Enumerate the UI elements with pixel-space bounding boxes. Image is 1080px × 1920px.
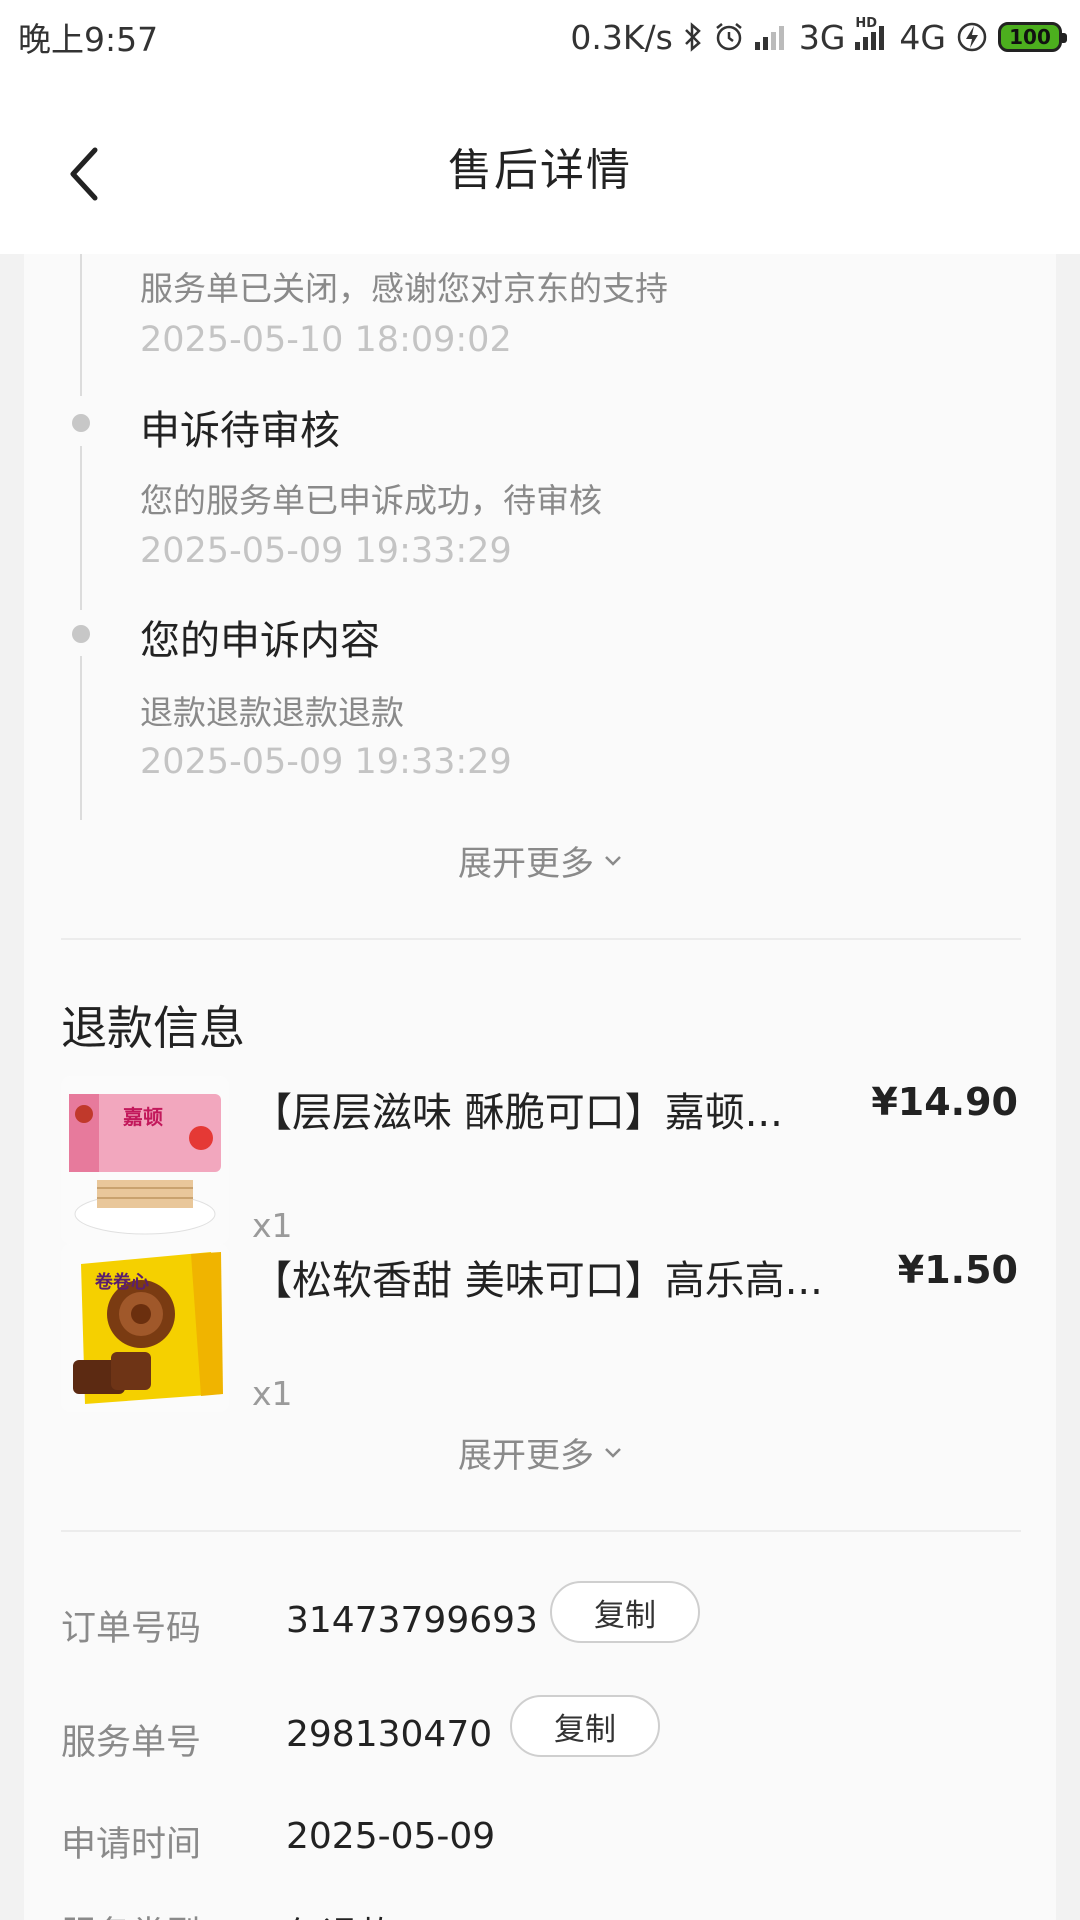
page-title: 售后详情 [448,145,632,196]
status-time: 晚上9:57 [18,20,159,59]
timeline-line [80,656,82,820]
service-number-value: 298130470 [286,1714,493,1755]
chevron-down-icon [605,1447,621,1458]
product-name: 【松软香甜 美味可口】高乐高... [252,1258,823,1304]
signal-hd-icon: HD [855,16,889,50]
product-quantity: x1 [252,1374,293,1413]
timeline-title: 申诉待审核 [140,408,340,454]
timeline-expand-button[interactable]: 展开更多 [24,836,1056,885]
order-number-label: 订单号码 [61,1609,202,1649]
detail-card: 服务单已关闭，感谢您对京东的支持 2025-05-10 18:09:02 申诉待… [24,254,1056,1920]
product-price: ¥1.50 [897,1248,1018,1292]
timeline-line [80,254,82,396]
charging-icon [956,21,988,53]
timeline-desc: 您的服务单已申诉成功，待审核 [140,481,602,520]
status-icons: 0.3K/s 3G HD 4G 100 [570,16,1067,57]
timeline-time: 2025-05-10 18:09:02 [140,320,512,360]
products-expand-button[interactable]: 展开更多 [24,1428,1056,1477]
divider [61,938,1021,940]
apply-time-label: 申请时间 [61,1825,202,1865]
pack-text: 卷卷心 [94,1271,149,1293]
pack-text: 嘉顿 [122,1105,163,1129]
order-number-value: 31473799693 [286,1600,538,1641]
battery-level: 100 [1009,25,1051,49]
bluetooth-icon [683,21,703,53]
timeline-line [80,446,82,610]
product-name: 【层层滋味 酥脆可口】嘉顿... [252,1090,783,1136]
apply-time-value: 2025-05-09 [286,1816,496,1857]
refund-section-title: 退款信息 [61,1001,245,1055]
product-image: 嘉顿 [61,1076,229,1244]
timeline-time: 2025-05-09 19:33:29 [140,531,512,571]
chevron-down-icon [605,855,621,866]
network-4g-label: 4G [899,17,946,57]
page-header: 售后详情 [0,74,1080,254]
timeline-title: 您的申诉内容 [140,618,380,664]
copy-order-number-button[interactable]: 复制 [550,1581,700,1643]
timeline-desc: 退款退款退款退款 [140,693,404,732]
expand-label: 展开更多 [458,844,594,884]
net-speed: 0.3K/s [570,17,673,57]
network-3g-label: 3G [798,17,846,57]
product-quantity: x1 [252,1206,293,1245]
status-bar: 晚上9:57 0.3K/s 3G HD 4G 100 [0,0,1080,74]
timeline-time: 2025-05-09 19:33:29 [140,742,512,782]
timeline-dot [72,414,90,432]
hd-label: HD [855,16,878,31]
timeline-dot [72,625,90,643]
signal-icon [754,24,789,50]
expand-label: 展开更多 [458,1436,594,1476]
timeline-desc: 服务单已关闭，感谢您对京东的支持 [140,269,668,308]
service-type-value: 仅退款 [286,1906,394,1920]
copy-service-number-button[interactable]: 复制 [510,1695,660,1757]
product-image: 卷卷心 [61,1244,229,1412]
alarm-icon [713,21,745,53]
product-price: ¥14.90 [871,1080,1018,1124]
service-number-label: 服务单号 [61,1723,202,1763]
service-type-label: 服务类型 [61,1906,201,1920]
divider [61,1530,1021,1532]
battery-icon: 100 [998,22,1067,52]
